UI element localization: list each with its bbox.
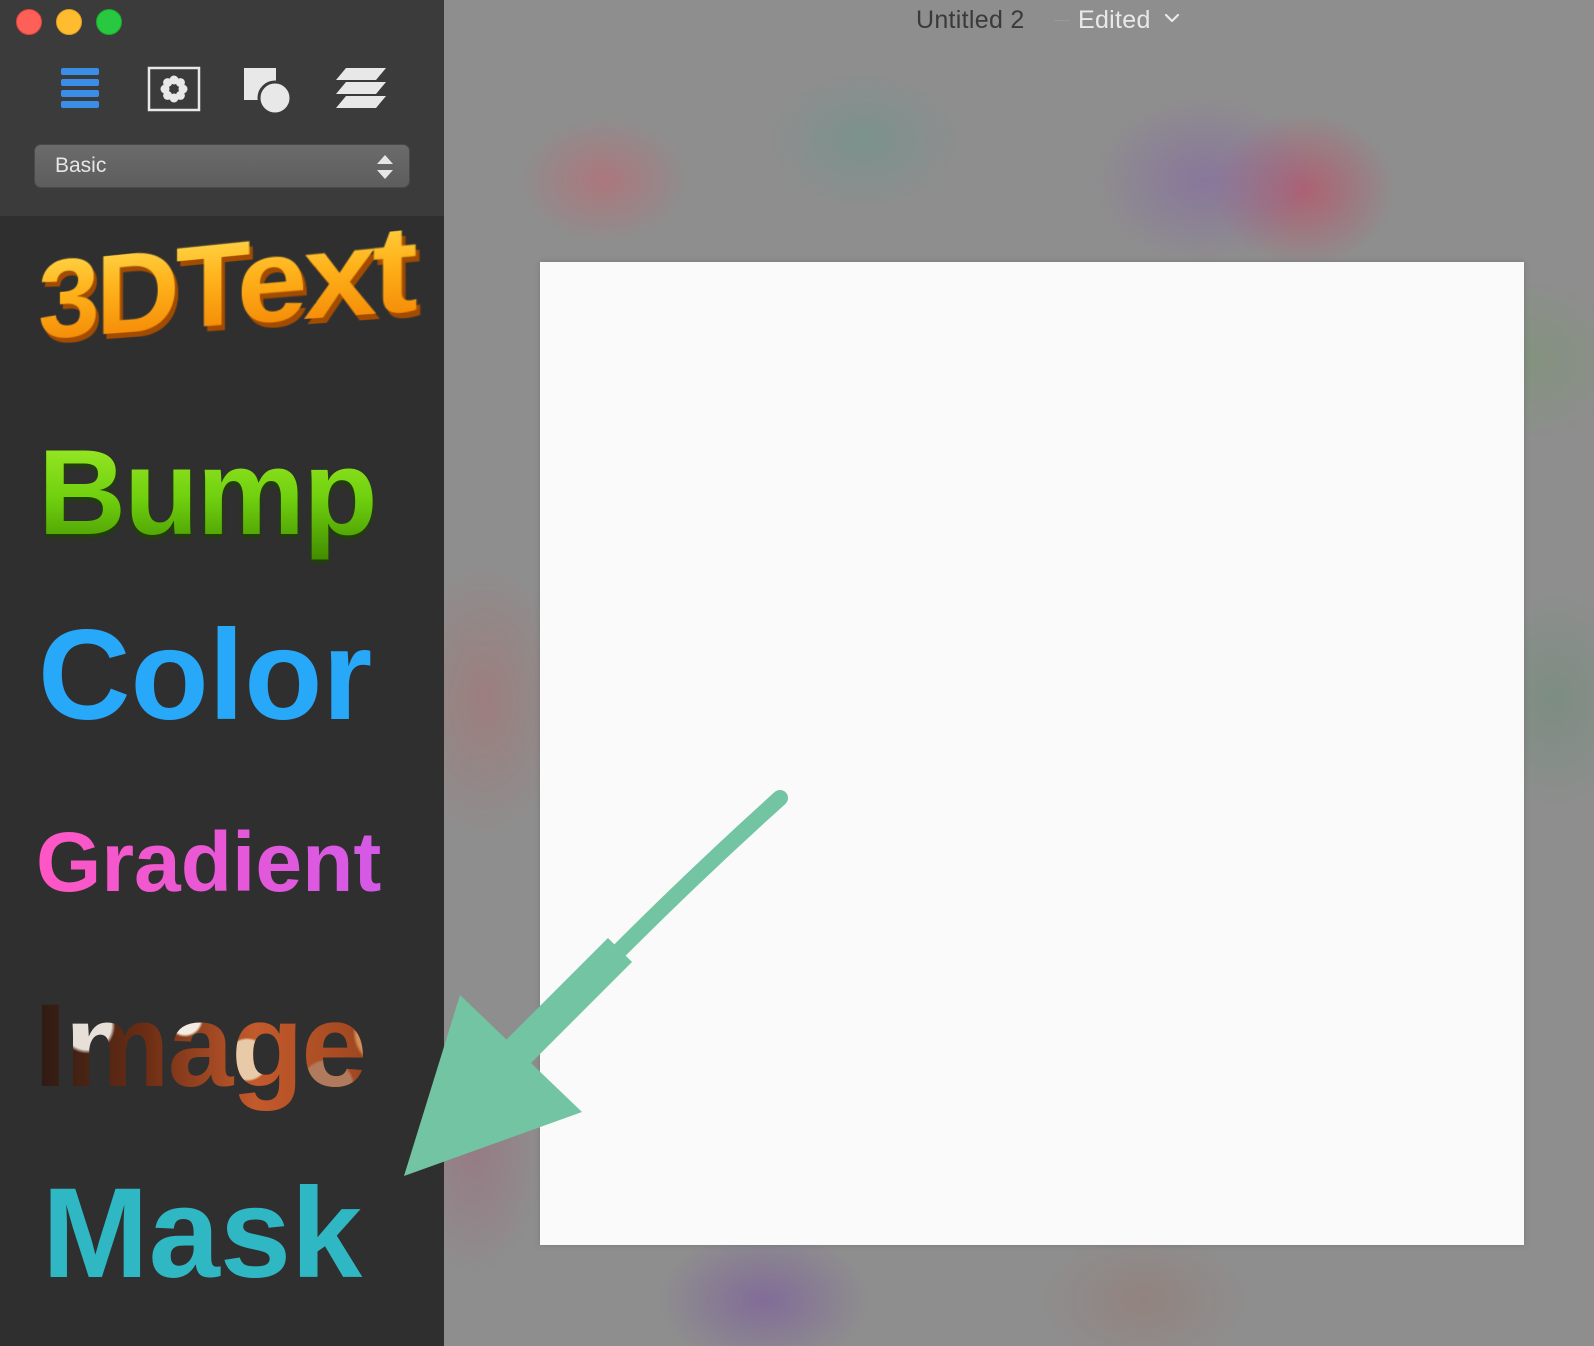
style-item-bump[interactable]: Bump: [38, 422, 482, 562]
window-minimize-button[interactable]: [56, 9, 82, 35]
layers-icon[interactable]: [332, 62, 390, 118]
sidebar-header: Basic: [0, 0, 444, 216]
title-separator: [1054, 20, 1070, 21]
preset-select[interactable]: Basic: [34, 144, 410, 188]
list-lines-icon[interactable]: [52, 62, 110, 118]
style-item-image[interactable]: Image: [34, 978, 478, 1114]
style-item-color[interactable]: Color: [38, 602, 482, 749]
style-label: Image: [34, 978, 478, 1114]
chevron-down-icon[interactable]: [1164, 12, 1180, 24]
effects-flower-icon[interactable]: [145, 62, 203, 118]
window-close-button[interactable]: [16, 9, 42, 35]
preset-select-value: Basic: [55, 154, 107, 177]
sidebar: Basic 3DText Bump Color Gradient Image M…: [0, 0, 478, 1346]
window-zoom-button[interactable]: [96, 9, 122, 35]
style-item-gradient[interactable]: Gradient: [36, 814, 480, 911]
document-canvas[interactable]: [540, 262, 1524, 1245]
title-bar: Untitled 2 Edited: [444, 0, 1594, 42]
updown-arrows-icon: [377, 155, 393, 179]
style-label: Mask: [42, 1162, 363, 1305]
document-title: Untitled 2: [916, 6, 1025, 34]
style-label: Bump: [38, 422, 482, 562]
document-status[interactable]: Edited: [1078, 6, 1151, 35]
style-label: Color: [38, 604, 373, 747]
style-item-mask[interactable]: Mask: [42, 1160, 486, 1307]
style-item-3dtext[interactable]: 3DText: [38, 199, 482, 365]
shapes-icon[interactable]: [240, 62, 298, 118]
style-label: Gradient: [36, 814, 480, 911]
